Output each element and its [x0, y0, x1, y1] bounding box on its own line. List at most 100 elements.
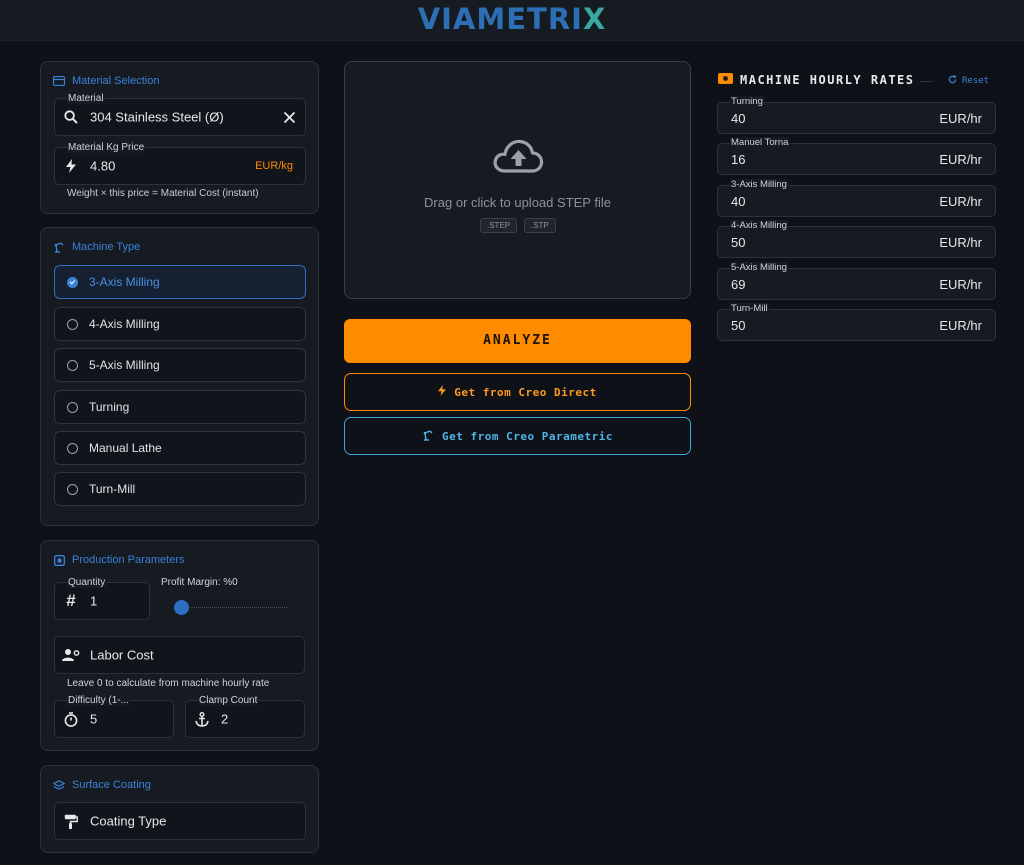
material-label: Material	[67, 93, 105, 104]
rate-label: 3-Axis Milling	[730, 179, 788, 190]
clamp-count-field[interactable]: Clamp Count 2	[185, 695, 305, 738]
profit-margin-label: Profit Margin: %0	[161, 577, 238, 588]
clamp-count-value: 2	[221, 711, 229, 727]
top-bar: VIAMETRIX	[0, 0, 1024, 41]
material-price-field[interactable]: Material Kg Price 4.80 EUR/kg	[54, 142, 306, 185]
material-selection-title-text: Material Selection	[72, 75, 160, 87]
rate-manuel-torna[interactable]: Manuel Torna 16 EUR/hr	[717, 137, 996, 175]
labor-cost-placeholder: Labor Cost	[90, 647, 154, 663]
difficulty-value: 5	[90, 711, 98, 727]
rate-unit: EUR/hr	[939, 194, 982, 209]
material-price-value: 4.80	[90, 158, 116, 174]
rate-4-axis-milling[interactable]: 4-Axis Milling 50 EUR/hr	[717, 220, 996, 258]
rate-unit: EUR/hr	[939, 111, 982, 126]
difficulty-field[interactable]: Difficulty (1-... 5	[54, 695, 174, 738]
surface-coating-title-text: Surface Coating	[72, 779, 151, 791]
machine-option-4-axis-milling[interactable]: 4-Axis Milling	[54, 307, 306, 341]
rate-value: 50	[731, 318, 746, 333]
machine-option-label: Manual Lathe	[89, 441, 162, 455]
radio-icon	[67, 484, 78, 495]
logo-text-main: VIAMETRI	[417, 2, 583, 36]
machine-hourly-rates-title: MACHINE HOURLY RATES	[718, 73, 915, 87]
logo-text-accent: X	[582, 2, 607, 36]
production-parameters-title-text: Production Parameters	[72, 554, 185, 566]
surface-coating-title: Surface Coating	[53, 779, 151, 791]
rate-label: 5-Axis Milling	[730, 262, 788, 273]
robot-arm-icon	[422, 429, 434, 444]
timer-icon	[64, 711, 78, 727]
coating-type-placeholder: Coating Type	[90, 813, 167, 829]
rate-unit: EUR/hr	[939, 277, 982, 292]
creo-direct-label: Get from Creo Direct	[454, 385, 597, 399]
ext-badge-step: .STEP	[480, 218, 518, 233]
rate-label: 4-Axis Milling	[730, 220, 788, 231]
check-circle-icon	[67, 277, 78, 288]
rate-label: Turning	[730, 96, 764, 107]
hash-icon: #	[66, 591, 76, 610]
machine-option-3-axis-milling[interactable]: 3-Axis Milling	[54, 265, 306, 299]
machine-type-title: Machine Type	[53, 241, 140, 253]
refresh-icon	[948, 75, 957, 87]
reset-label: Reset	[962, 76, 990, 86]
rate-turn-mill[interactable]: Turn-Mill 50 EUR/hr	[717, 303, 996, 341]
rate-5-axis-milling[interactable]: 5-Axis Milling 69 EUR/hr	[717, 262, 996, 300]
quantity-label: Quantity	[67, 577, 107, 588]
clear-icon[interactable]	[283, 111, 296, 124]
cloud-upload-icon	[493, 138, 544, 174]
analyze-button[interactable]: ANALYZE	[344, 319, 691, 363]
rate-value: 40	[731, 111, 746, 126]
machine-option-manual-lathe[interactable]: Manual Lathe	[54, 431, 306, 465]
radio-icon	[67, 402, 78, 413]
paint-roller-icon	[64, 814, 78, 829]
machine-type-title-text: Machine Type	[72, 241, 141, 253]
rate-value: 50	[731, 235, 746, 250]
radio-icon	[67, 319, 78, 330]
quantity-field[interactable]: Quantity # 1	[54, 577, 150, 620]
machine-option-label: 3-Axis Milling	[89, 275, 160, 289]
bolt-icon	[64, 159, 78, 173]
profit-margin-slider-track[interactable]	[181, 607, 287, 608]
robot-arm-icon	[53, 241, 65, 253]
material-selection-title: Material Selection	[53, 75, 159, 87]
rate-turning[interactable]: Turning 40 EUR/hr	[717, 96, 996, 134]
rate-value: 69	[731, 277, 746, 292]
app-logo[interactable]: VIAMETRIX	[0, 2, 1024, 36]
card-icon	[53, 75, 65, 87]
machine-option-label: 5-Axis Milling	[89, 358, 160, 372]
machine-option-label: Turn-Mill	[89, 482, 136, 496]
creo-parametric-label: Get from Creo Parametric	[442, 429, 613, 443]
get-from-creo-parametric-button[interactable]: Get from Creo Parametric	[344, 417, 691, 455]
coating-type-field[interactable]: Coating Type	[54, 802, 306, 840]
material-value: 304 Stainless Steel (Ø)	[90, 109, 224, 125]
rate-3-axis-milling[interactable]: 3-Axis Milling 40 EUR/hr	[717, 179, 996, 217]
rate-unit: EUR/hr	[939, 235, 982, 250]
ext-badge-stp: .STP	[524, 218, 556, 233]
money-icon	[718, 73, 733, 87]
machine-hourly-rates-title-text: MACHINE HOURLY RATES	[740, 73, 915, 87]
material-field[interactable]: Material 304 Stainless Steel (Ø)	[54, 93, 306, 136]
rate-label: Turn-Mill	[730, 303, 769, 314]
layers-icon	[53, 779, 65, 791]
machine-option-turn-mill[interactable]: Turn-Mill	[54, 472, 306, 506]
machine-option-label: Turning	[89, 400, 130, 414]
machine-option-5-axis-milling[interactable]: 5-Axis Milling	[54, 348, 306, 382]
labor-cost-field[interactable]: Labor Cost	[54, 636, 305, 674]
surface-coating-panel: Surface Coating Coating Type	[40, 765, 319, 853]
radio-icon	[67, 360, 78, 371]
upload-instructions: Drag or click to upload STEP file	[424, 195, 611, 210]
user-gear-icon	[62, 648, 80, 662]
reset-rates-button[interactable]: Reset	[948, 75, 989, 87]
material-cost-hint: Weight × this price = Material Cost (ins…	[67, 188, 259, 199]
rate-label: Manuel Torna	[730, 137, 790, 148]
get-from-creo-direct-button[interactable]: Get from Creo Direct	[344, 373, 691, 411]
rate-value: 16	[731, 152, 746, 167]
rate-unit: EUR/hr	[939, 152, 982, 167]
material-selection-panel: Material Selection Material 304 Stainles…	[40, 61, 319, 214]
step-upload-dropzone[interactable]: Drag or click to upload STEP file .STEP …	[344, 61, 691, 299]
rate-unit: EUR/hr	[939, 318, 982, 333]
quantity-value: 1	[90, 593, 98, 609]
bolt-icon	[438, 385, 447, 399]
machine-option-turning[interactable]: Turning	[54, 390, 306, 424]
profit-margin-slider-thumb[interactable]	[174, 600, 189, 615]
labor-cost-hint: Leave 0 to calculate from machine hourly…	[67, 678, 270, 689]
